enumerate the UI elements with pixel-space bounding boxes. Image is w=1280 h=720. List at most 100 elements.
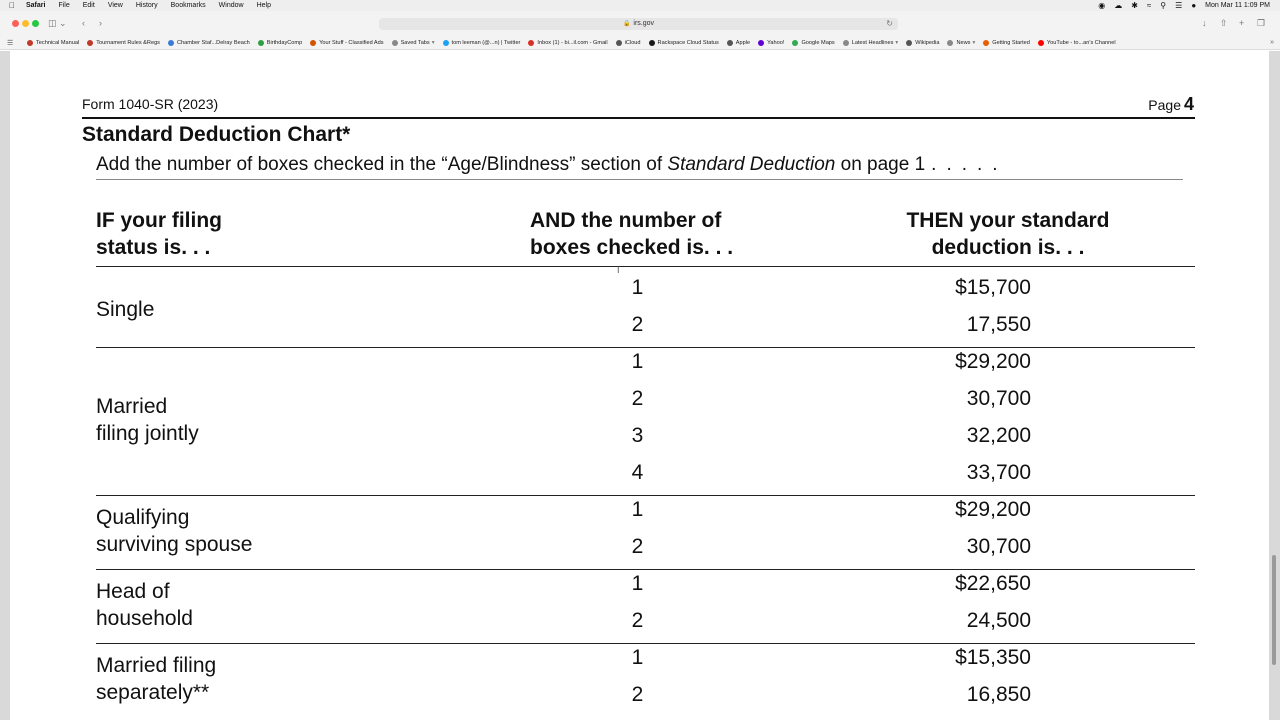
bookmark-favicon-icon [167, 39, 174, 46]
bookmark-item[interactable]: Inbox (1) - bi...il.com - Gmail [528, 39, 608, 46]
bookmark-label: Saved Tabs [400, 39, 430, 46]
bookmark-item[interactable]: Getting Started [983, 39, 1030, 46]
bookmark-favicon-icon [391, 39, 398, 46]
deduction-amount-cell: 24,500 [966, 609, 1031, 632]
bookmark-item[interactable]: Apple [726, 39, 750, 46]
bookmark-favicon-icon [87, 39, 94, 46]
filing-status-line: Married filing [96, 654, 217, 677]
menu-help[interactable]: Help [257, 0, 271, 11]
search-icon[interactable]: ⚲ [1160, 0, 1166, 11]
column-header-line: IF your filing [96, 209, 222, 232]
close-window-button[interactable] [12, 20, 19, 27]
menu-app-name[interactable]: Safari [26, 0, 45, 11]
bookmarks-bar: ☰ Technical Manual Tournament Rules &Regs… [0, 36, 1280, 50]
bookmark-item[interactable]: Wikipedia [906, 39, 939, 46]
column-header-line: deduction is. . . [931, 236, 1085, 259]
instruction-text-end: on page 1 [835, 154, 926, 175]
boxes-checked-cell: 2 [631, 387, 644, 410]
filing-status-line: Single [96, 297, 155, 321]
menu-bookmarks[interactable]: Bookmarks [171, 0, 206, 11]
bookmark-label: BirthdayComp [266, 39, 303, 46]
deduction-amount-cell: 17,550 [966, 313, 1031, 336]
bookmark-favicon-icon [983, 39, 990, 46]
bookmark-favicon-icon [906, 39, 913, 46]
bookmark-favicon-icon [792, 39, 799, 46]
lock-icon: 🔒 [622, 21, 631, 27]
bookmark-label: Getting Started [992, 39, 1030, 46]
filing-status-line: Married [96, 395, 168, 418]
status-area: ◉ ☁ ✱ ≈ ⚲ ☰ ● Mon Mar 11 1:09 PM [1089, 0, 1270, 11]
record-icon[interactable]: ◉ [1098, 0, 1105, 11]
chevron-down-icon: ▾ [431, 39, 435, 46]
deduction-amount-cell: 30,700 [966, 535, 1031, 558]
boxes-checked-cell: 1 [631, 498, 644, 521]
wifi-icon[interactable]: ≈ [1147, 0, 1151, 11]
boxes-checked-cell: 1 [631, 276, 644, 299]
menu-clock[interactable]: Mon Mar 11 1:09 PM [1205, 0, 1270, 11]
bookmark-item[interactable]: Yahoo! [758, 39, 784, 46]
bookmark-favicon-icon [310, 39, 317, 46]
reload-icon[interactable]: ↻ [886, 18, 893, 30]
instruction-line: Add the number of boxes checked in the “… [96, 154, 1008, 176]
sidebar-toggle-icon[interactable]: ◫ ⌄ [48, 17, 67, 29]
bookmark-label: News [956, 39, 971, 46]
bookmark-item[interactable]: YouTube - to...an's Channel [1037, 39, 1116, 46]
text-cursor-icon: I [617, 265, 620, 275]
deduction-amount-cell: $15,350 [955, 646, 1031, 669]
menu-window[interactable]: Window [219, 0, 244, 11]
new-tab-icon[interactable]: + [1239, 17, 1244, 29]
bookmark-item[interactable]: tom leeman (@...n) | Twitter [442, 39, 521, 46]
tab-overview-icon[interactable]: ❐ [1257, 17, 1265, 29]
instruction-leader-dots: ..... [931, 154, 1008, 175]
bookmarks-sidebar-icon[interactable]: ☰ [7, 39, 21, 47]
bookmark-label: Your Stuff - Classified Ads [319, 39, 384, 46]
table-header-rule [96, 266, 1195, 267]
menu-view[interactable]: View [108, 0, 123, 11]
bookmark-label: tom leeman (@...n) | Twitter [451, 39, 521, 46]
bookmark-label: Google Maps [801, 39, 835, 46]
page-label: Page [1148, 97, 1181, 113]
bookmark-item[interactable]: Chamber Staf...Delray Beach [167, 39, 250, 46]
share-icon[interactable]: ⇧ [1220, 17, 1228, 29]
bookmark-item[interactable]: News ▾ [947, 39, 975, 46]
vertical-scrollbar[interactable] [1272, 555, 1276, 665]
address-bar[interactable]: 🔒 irs.gov ↻ [379, 18, 898, 30]
bookmark-item[interactable]: iCloud [615, 39, 641, 46]
downloads-icon[interactable]: ↓ [1202, 17, 1207, 29]
header-rule [82, 117, 1195, 119]
bookmark-favicon-icon [648, 39, 655, 46]
bookmark-item[interactable]: Technical Manual [27, 39, 80, 46]
bookmark-item[interactable]: Your Stuff - Classified Ads [310, 39, 384, 46]
bookmark-item[interactable]: Tournament Rules &Regs [87, 39, 160, 46]
back-icon[interactable]: ‹ [82, 17, 85, 29]
menu-file[interactable]: File [58, 0, 69, 11]
boxes-checked-cell: 1 [631, 572, 644, 595]
filing-status-line: Qualifying [96, 506, 190, 529]
menu-history[interactable]: History [136, 0, 158, 11]
bookmark-favicon-icon [27, 39, 33, 46]
bookmark-item[interactable]: Latest Headlines ▾ [842, 39, 898, 46]
menu-edit[interactable]: Edit [83, 0, 95, 11]
minimize-window-button[interactable] [22, 20, 29, 27]
menu-bar:  Safari File Edit View History Bookmark… [0, 0, 1280, 11]
bookmark-item[interactable]: Saved Tabs ▾ [391, 39, 435, 46]
bookmark-label: Technical Manual [36, 39, 80, 46]
control-center-icon[interactable]: ☰ [1175, 0, 1182, 11]
bookmark-label: Latest Headlines [851, 39, 894, 46]
forward-icon[interactable]: › [99, 17, 102, 29]
bookmark-item[interactable]: Rackspace Cloud Status [648, 39, 719, 46]
bookmarks-overflow-icon[interactable]: » [1270, 39, 1274, 46]
boxes-checked-cell: 1 [631, 646, 644, 669]
cloud-icon[interactable]: ☁ [1114, 0, 1122, 11]
filing-status-line: separately** [96, 681, 210, 704]
bookmark-item[interactable]: Google Maps [792, 39, 835, 46]
browser-toolbar: ◫ ⌄ ‹ › 🔒 irs.gov ↻ ↓ ⇧ + ❐ [0, 11, 1280, 36]
bluetooth-icon[interactable]: ✱ [1131, 0, 1138, 11]
bookmark-favicon-icon [257, 39, 264, 46]
siri-icon[interactable]: ● [1191, 0, 1196, 11]
chart-title: Standard Deduction Chart* [82, 123, 351, 146]
zoom-window-button[interactable] [32, 20, 39, 27]
apple-menu-icon[interactable]:  [9, 0, 15, 11]
bookmark-item[interactable]: BirthdayComp [257, 39, 303, 46]
form-identifier: Form 1040-SR (2023) [82, 96, 219, 112]
